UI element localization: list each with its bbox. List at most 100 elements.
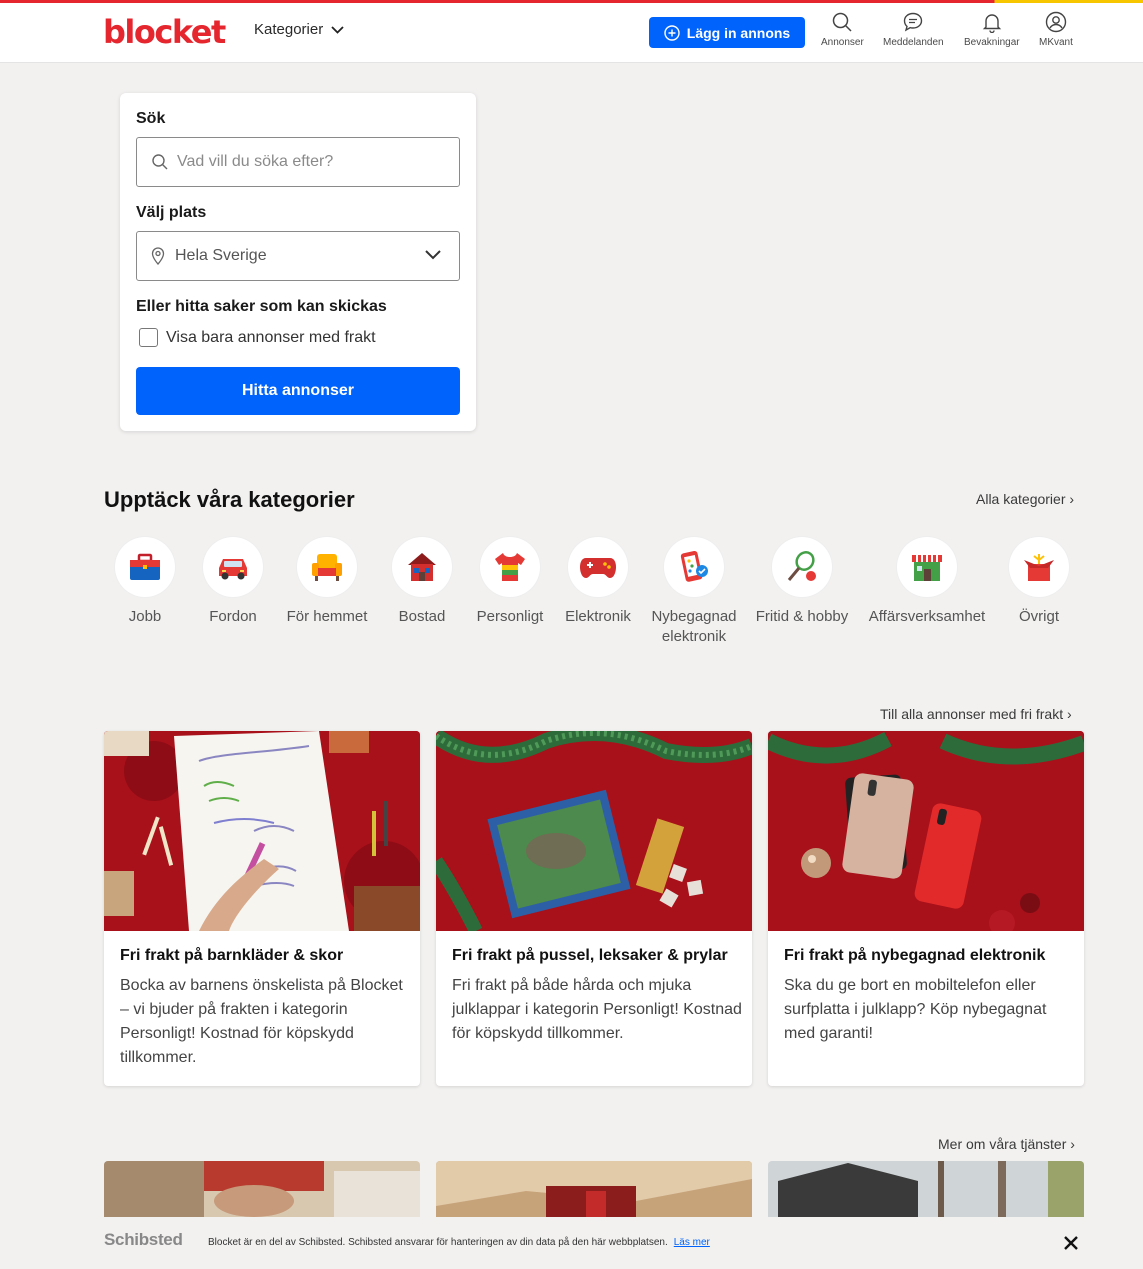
tshirt-icon [495,553,525,581]
category-fordon[interactable]: Fordon [183,537,283,627]
user-icon [1045,11,1067,33]
shipping-checkbox[interactable] [139,328,158,347]
close-banner-button[interactable] [1063,1235,1079,1256]
nav-messages-label: Meddelanden [883,37,944,48]
category-bostad[interactable]: Bostad [372,537,472,627]
nav-account[interactable]: MKvant [1039,11,1073,48]
house-icon [408,553,436,581]
category-icon-circle [115,537,175,597]
chevron-right-icon: › [1069,491,1075,507]
promo-card-description: Fri frakt på både hårda och mjuka julkla… [452,977,742,1042]
location-select[interactable]: Hela Sverige [136,231,460,281]
cookie-banner: Schibsted Blocket är en del av Schibsted… [0,1217,1143,1269]
close-icon [1064,1236,1078,1250]
post-ad-button[interactable]: Lägg in annons [649,17,805,48]
cookie-text: Blocket är en del av Schibsted. Schibste… [208,1237,668,1248]
free-shipping-link[interactable]: Till alla annonser med fri frakt › [880,706,1072,722]
promo-image-wishlist [104,731,420,931]
post-ad-label: Lägg in annons [686,24,791,41]
armchair-icon [312,554,342,581]
category-icon-circle [772,537,832,597]
shipping-heading: Eller hitta saker som kan skickas [136,298,387,315]
chevron-down-icon [425,250,441,260]
nav-ads[interactable]: Annonser [821,11,864,48]
shipping-checkbox-label: Visa bara annonser med frakt [166,328,376,346]
service-thumb-1[interactable] [104,1161,420,1217]
category-elektronik[interactable]: Elektronik [548,537,648,627]
promo-card-kids[interactable]: Fri frakt på barnkläder & skor Bocka av … [104,731,420,1086]
bell-icon [982,14,1001,33]
categories-dropdown[interactable]: Kategorier [254,21,344,38]
categories-label: Kategorier [254,21,324,38]
promo-image-phones [768,731,1084,931]
site-header: blocket Kategorier Lägg in annons Annons… [0,3,1143,63]
service-thumb-2[interactable] [436,1161,752,1217]
plus-circle-icon [664,24,680,41]
nav-watches-label: Bevakningar [964,37,1020,48]
category-icon-circle [392,537,452,597]
shop-icon [912,555,942,581]
find-ads-button[interactable]: Hitta annonser [136,367,460,415]
tennis-icon [787,551,816,581]
category-icon-circle [1009,537,1069,597]
schibsted-logo: Schibsted [104,1230,183,1249]
category-affarsverksamhet[interactable]: Affärsverksamhet [869,537,985,627]
car-icon [219,559,247,580]
nav-messages[interactable]: Meddelanden [883,11,944,48]
chevron-right-icon: › [1067,706,1072,722]
location-label: Välj plats [136,204,207,221]
category-label: Nybegagnad elektronik [651,608,737,645]
category-label: Fritid & hobby [755,608,849,625]
category-label: Jobb [128,608,162,625]
search-icon [152,154,168,170]
nav-ads-label: Annonser [821,37,864,48]
gamepad-icon [580,558,616,578]
category-label: Övrigt [1018,608,1059,625]
category-icon-circle [568,537,628,597]
search-title: Sök [136,110,166,127]
service-thumb-3[interactable] [768,1161,1084,1217]
category-nybegagnad-elektronik[interactable]: Nybegagnad elektronik [644,537,744,647]
category-label: Affärsverksamhet [868,608,986,625]
search-input[interactable] [177,153,437,171]
category-label: Personligt [476,608,544,625]
shipping-option[interactable]: Visa bara annonser med frakt [139,328,376,347]
read-more-link[interactable]: Läs mer [674,1237,710,1248]
category-label: Elektronik [565,608,631,625]
category-icon-circle [664,537,724,597]
blocket-logo[interactable]: blocket [103,13,226,51]
category-jobb[interactable]: Jobb [95,537,195,627]
briefcase-icon [130,553,160,580]
category-label: Fordon [209,608,257,625]
promo-card-description: Ska du ge bort en mobiltelefon eller sur… [784,977,1047,1042]
location-pin-icon [151,247,165,265]
category-personligt[interactable]: Personligt [460,537,560,627]
category-icon-circle [297,537,357,597]
category-fritid-hobby[interactable]: Fritid & hobby [752,537,852,627]
cookie-banner-text: Blocket är en del av Schibsted. Schibste… [208,1237,710,1248]
promo-card-description: Bocka av barnens önskelista på Blocket –… [120,977,403,1066]
nav-account-label: MKvant [1039,37,1073,48]
promo-card-title: Fri frakt på barnkläder & skor [120,947,344,964]
category-icon-circle [897,537,957,597]
category-label: För hemmet [286,608,368,625]
search-icon [833,12,852,32]
chevron-down-icon [331,25,344,34]
promo-image-puzzle [436,731,752,931]
services-link-label: Mer om våra tjänster [938,1136,1067,1152]
gift-box-icon [1024,554,1054,581]
promo-card-puzzles[interactable]: Fri frakt på pussel, leksaker & prylar F… [436,731,752,1086]
nav-watches[interactable]: Bevakningar [964,11,1020,48]
location-value: Hela Sverige [175,247,267,264]
services-link[interactable]: Mer om våra tjänster › [938,1136,1075,1152]
search-card: Sök Välj plats Hela Sverige Eller hitta … [120,93,476,431]
chat-icon [904,12,923,32]
search-field[interactable] [136,137,460,187]
promo-card-electronics[interactable]: Fri frakt på nybegagnad elektronik Ska d… [768,731,1084,1086]
category-label: Bostad [398,608,446,625]
category-icon-circle [480,537,540,597]
phone-icon [680,550,708,582]
all-categories-link[interactable]: Alla kategorier › [976,491,1074,507]
category-for-hemmet[interactable]: För hemmet [277,537,377,627]
category-ovrigt[interactable]: Övrigt [989,537,1089,627]
